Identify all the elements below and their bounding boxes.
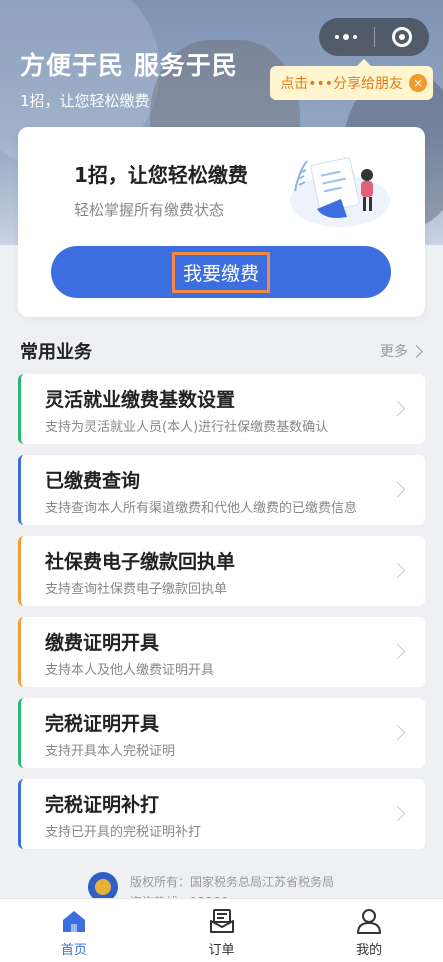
share-tip: 点击•••分享给朋友 ×: [270, 59, 433, 100]
service-item[interactable]: 已缴费查询 支持查询本人所有渠道缴费和代他人缴费的已缴费信息: [18, 455, 425, 525]
service-desc: 支持查询社保费电子缴款回执单: [45, 582, 228, 597]
tab-label: 首页: [60, 943, 87, 958]
service-desc: 支持本人及他人缴费证明开具: [45, 663, 215, 678]
service-item[interactable]: 社保费电子缴款回执单 支持查询社保费电子缴款回执单: [18, 536, 425, 606]
more-label: 更多: [380, 344, 408, 360]
more-menu-button[interactable]: [319, 18, 374, 56]
copyright-line: 版权所有：国家税务总局江苏省税务局: [130, 875, 335, 889]
close-miniprogram-button[interactable]: [374, 18, 429, 56]
tab-profile[interactable]: 我的: [295, 899, 443, 962]
chevron-right-icon: [389, 481, 406, 498]
hero-title: 方便于民 服务于民: [20, 51, 238, 80]
hero-subtitle: 1招，让您轻松缴费: [20, 92, 150, 110]
document-illustration-icon: [290, 157, 390, 227]
service-name: 社保费电子缴款回执单: [45, 551, 236, 573]
service-name: 已缴费查询: [45, 470, 141, 492]
chevron-right-icon: [389, 724, 406, 741]
target-icon: [391, 27, 412, 47]
tab-label: 订单: [208, 943, 235, 958]
tab-orders[interactable]: 订单: [148, 899, 296, 962]
share-tip-close-button[interactable]: ×: [409, 74, 427, 92]
service-name: 缴费证明开具: [45, 632, 160, 654]
more-link[interactable]: 更多: [380, 341, 423, 361]
tab-bar: 首页 订单 我的: [0, 898, 443, 962]
pay-card-title: 1招，让您轻松缴费: [74, 163, 248, 187]
dot-icon: [335, 35, 340, 39]
service-desc: 支持查询本人所有渠道缴费和代他人缴费的已缴费信息: [45, 501, 358, 516]
pay-card-subtitle: 轻松掌握所有缴费状态: [74, 201, 225, 219]
chevron-right-icon: [389, 805, 406, 822]
share-tip-text: 点击•••分享给朋友: [280, 76, 403, 92]
service-name: 完税证明补打: [45, 794, 160, 816]
service-desc: 支持为灵活就业人员(本人)进行社保缴费基数确认: [45, 420, 329, 435]
service-item[interactable]: 完税证明补打 支持已开具的完税证明补打: [18, 779, 425, 849]
tab-label: 我的: [356, 943, 383, 958]
chevron-right-icon: [410, 344, 423, 358]
service-desc: 支持开具本人完税证明: [45, 744, 176, 759]
chevron-right-icon: [389, 562, 406, 579]
dot-icon: [353, 35, 358, 39]
pay-card: 1招，让您轻松缴费 轻松掌握所有缴费状态 我要缴费: [18, 127, 425, 317]
chevron-right-icon: [389, 400, 406, 417]
service-item[interactable]: 缴费证明开具 支持本人及他人缴费证明开具: [18, 617, 425, 687]
chevron-right-icon: [389, 643, 406, 660]
dot-icon: [343, 34, 350, 40]
service-name: 灵活就业缴费基数设置: [45, 389, 236, 411]
service-desc: 支持已开具的完税证明补打: [45, 825, 202, 840]
pay-now-label: 我要缴费: [171, 251, 270, 293]
miniprogram-capsule: [319, 18, 429, 56]
pay-now-button[interactable]: 我要缴费: [51, 246, 391, 298]
tab-home[interactable]: 首页: [0, 899, 148, 962]
home-icon: [62, 911, 85, 932]
service-item[interactable]: 完税证明开具 支持开具本人完税证明: [18, 698, 425, 768]
service-item[interactable]: 灵活就业缴费基数设置 支持为灵活就业人员(本人)进行社保缴费基数确认: [18, 374, 425, 444]
user-icon: [357, 909, 382, 934]
order-icon: [209, 909, 234, 933]
common-services-title: 常用业务: [20, 342, 92, 363]
service-name: 完税证明开具: [45, 713, 160, 735]
